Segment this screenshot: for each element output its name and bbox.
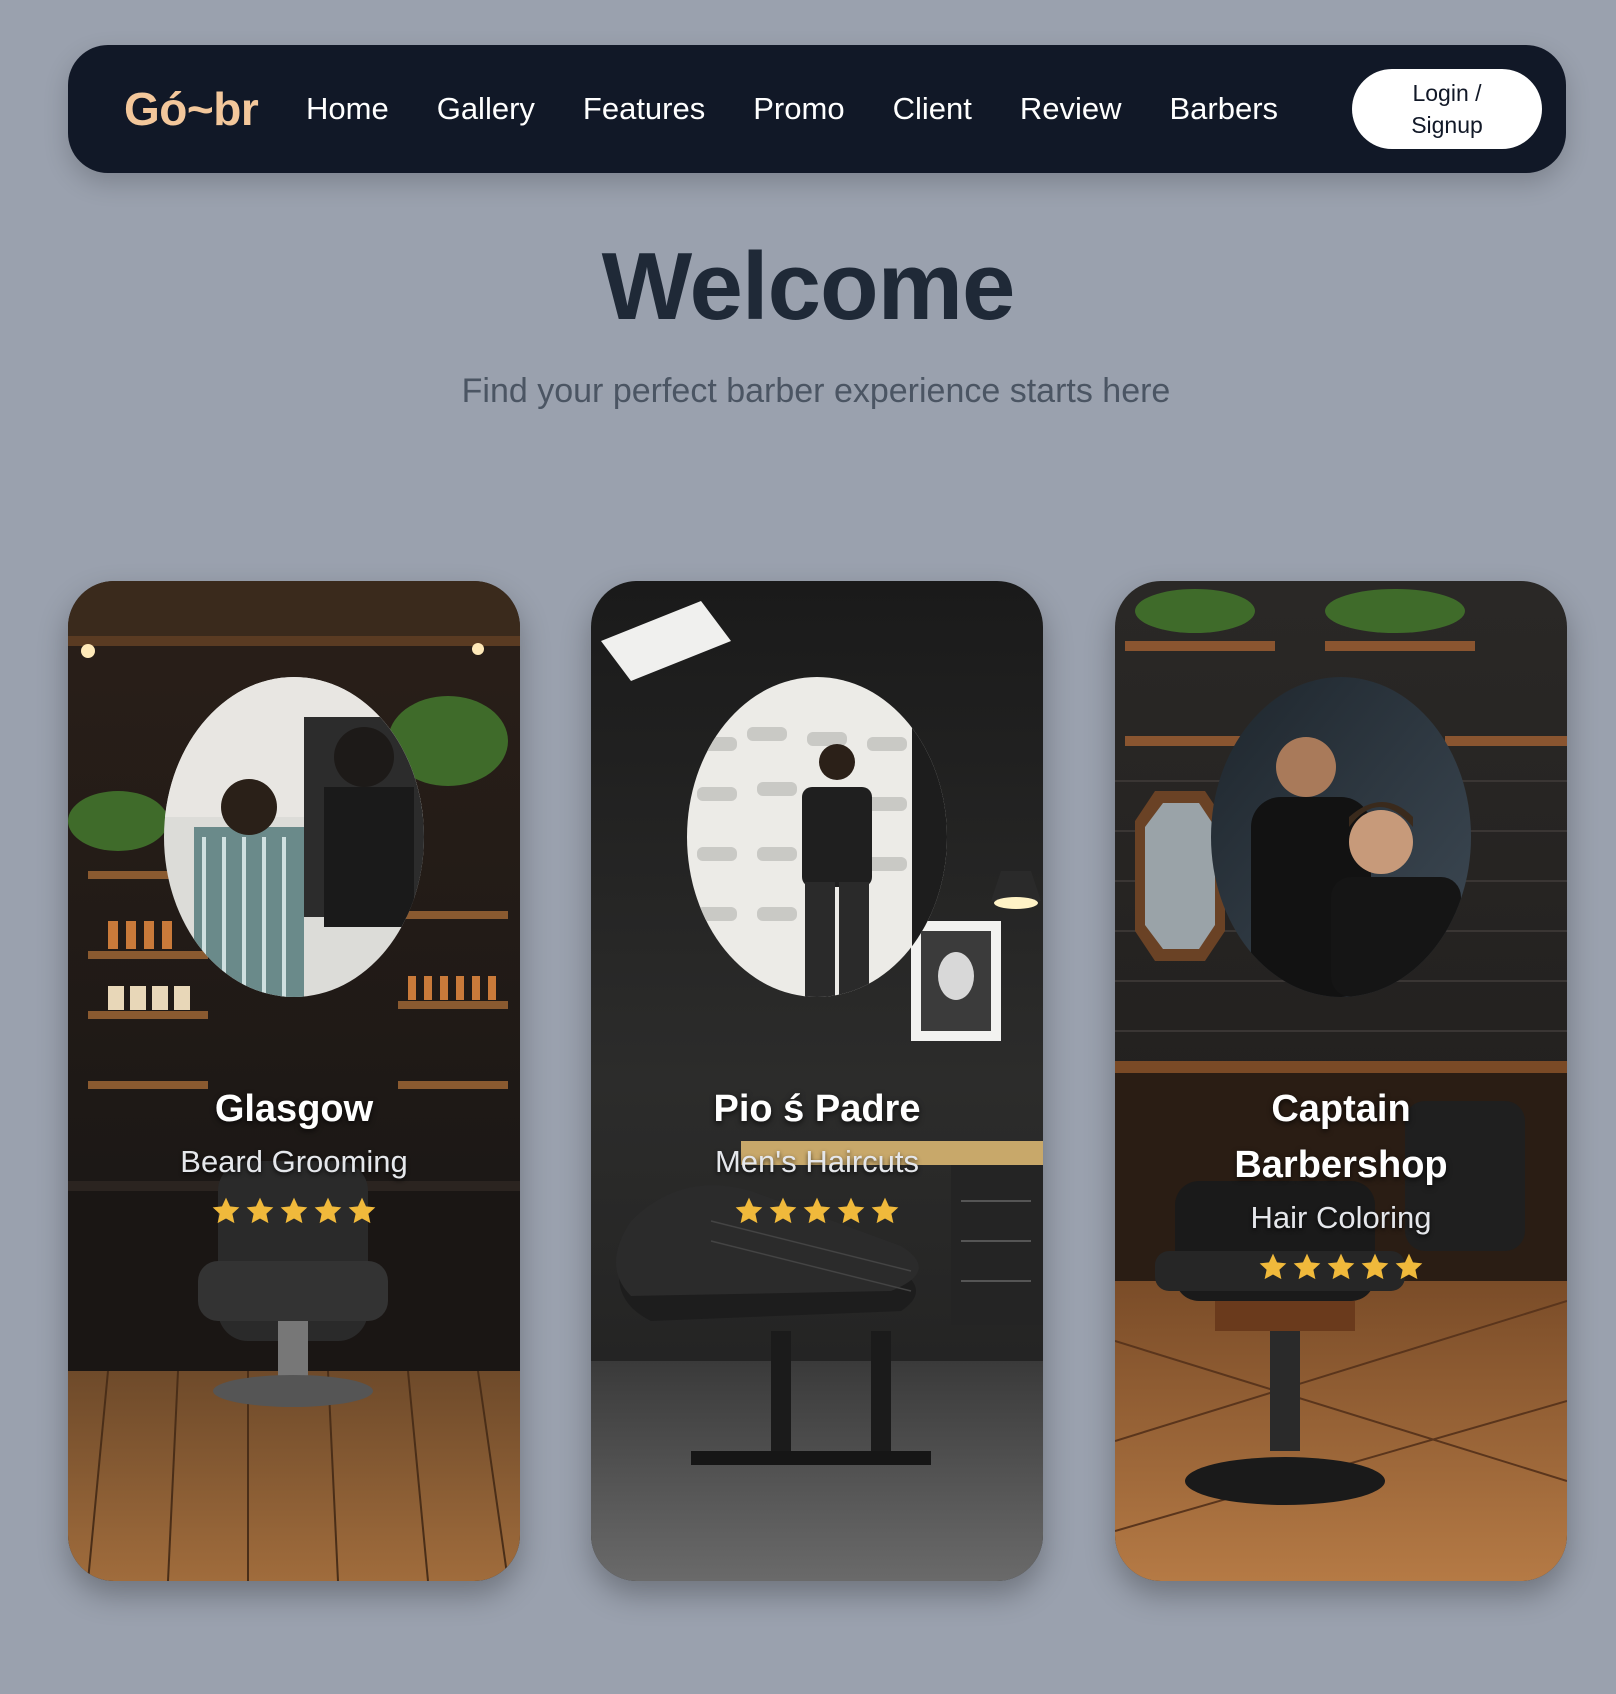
barber-card-pio-s-padre[interactable]: Pio ś Padre Men's Haircuts [591,581,1043,1581]
navbar: Gó~br Home Gallery Features Promo Client… [68,45,1566,173]
star-icon [1293,1253,1321,1280]
nav-link-features[interactable]: Features [583,91,705,126]
star-icon [1259,1253,1287,1280]
logo[interactable]: Gó~br [124,45,259,173]
barber-card-captain-barbershop[interactable]: Captain Barbershop Hair Coloring [1115,581,1567,1581]
star-icon [1361,1253,1389,1280]
card-info: Glasgow Beard Grooming [68,1081,520,1227]
star-icon [1395,1253,1423,1280]
star-icon [348,1197,376,1224]
star-icon [280,1197,308,1224]
star-icon [246,1197,274,1224]
barber-name: Pio ś Padre [713,1088,921,1130]
barber-card-glasgow[interactable]: Glasgow Beard Grooming [68,581,520,1581]
star-icon [1327,1253,1355,1280]
nav-link-promo[interactable]: Promo [753,91,844,126]
rating-stars [1115,1251,1567,1283]
rating-stars [68,1195,520,1227]
nav-link-home[interactable]: Home [306,91,389,126]
card-info: Pio ś Padre Men's Haircuts [591,1081,1043,1227]
barber-portrait-image [687,677,947,997]
login-signup-button[interactable]: Login / Signup [1352,69,1542,149]
star-icon [803,1197,831,1224]
star-icon [871,1197,899,1224]
nav-link-client[interactable]: Client [893,91,972,126]
page-subtitle: Find your perfect barber experience star… [461,372,1171,410]
barber-name: Glasgow [214,1088,374,1130]
star-icon [212,1197,240,1224]
star-icon [837,1197,865,1224]
barber-service: Beard Grooming [180,1144,408,1179]
barber-portrait-image [164,677,424,997]
barber-portrait-image [1211,677,1471,997]
barber-name: Captain Barbershop [1234,1088,1448,1186]
star-icon [769,1197,797,1224]
barber-service: Men's Haircuts [714,1144,920,1179]
star-icon [735,1197,763,1224]
star-icon [314,1197,342,1224]
nav-link-barbers[interactable]: Barbers [1169,91,1278,126]
card-info: Captain Barbershop Hair Coloring [1115,1081,1567,1283]
page-title: Welcome [601,233,1016,340]
nav-link-review[interactable]: Review [1020,91,1122,126]
rating-stars [591,1195,1043,1227]
nav-link-gallery[interactable]: Gallery [437,91,535,126]
nav-links: Home Gallery Features Promo Client Revie… [306,45,1278,173]
barber-service: Hair Coloring [1250,1200,1432,1235]
